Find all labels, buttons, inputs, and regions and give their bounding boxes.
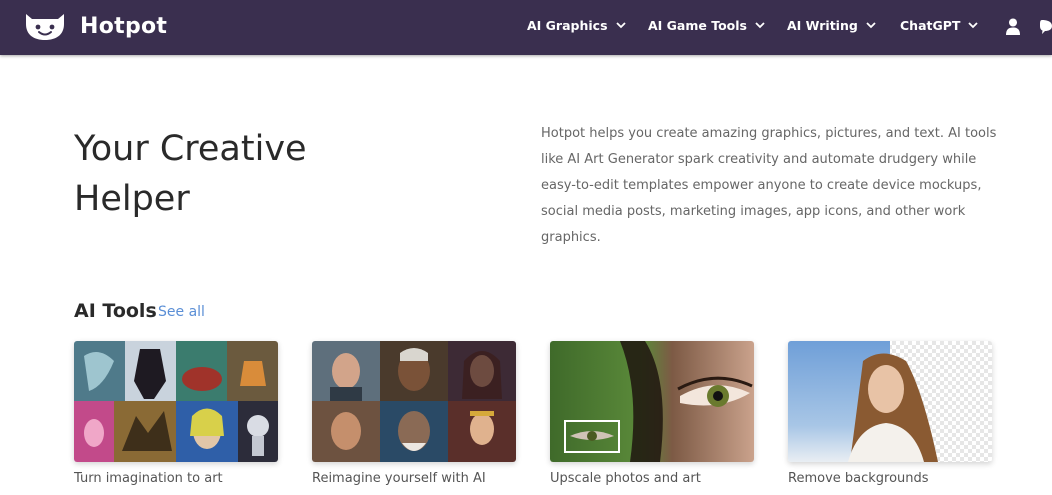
nav-ai-game-tools-label: AI Game Tools (648, 18, 747, 33)
eye-closeup-thumbnail (550, 341, 754, 462)
nav-ai-graphics[interactable]: AI Graphics (527, 18, 626, 33)
chat-icon[interactable] (1040, 19, 1052, 35)
hero-description: Hotpot helps you create amazing graphics… (541, 126, 997, 245)
top-navbar: Hotpot AI Graphics AI Game Tools AI Writ… (0, 0, 1052, 55)
tool-card-label: Turn imagination to art (74, 471, 223, 486)
tool-card-upscaler[interactable]: Upscale photos and art (550, 341, 754, 486)
nav-ai-game-tools[interactable]: AI Game Tools (648, 18, 765, 33)
portraits-thumbnail (312, 341, 516, 462)
tool-card-label: Remove backgrounds (788, 471, 929, 486)
nav-chatgpt[interactable]: ChatGPT (900, 18, 979, 33)
chevron-down-icon (968, 22, 979, 29)
tool-card-background-remover[interactable]: Remove backgrounds (788, 341, 992, 486)
tool-card-personal-avatars[interactable]: Reimagine yourself with AI (312, 341, 516, 486)
nav-ai-writing-label: AI Writing (787, 18, 858, 33)
art-collage-thumbnail (74, 341, 278, 462)
see-all-link[interactable]: See all (158, 304, 205, 320)
chevron-down-icon (615, 22, 626, 29)
logo-icon (26, 14, 64, 40)
brand-home-link[interactable]: Hotpot (22, 10, 167, 42)
chevron-down-icon (866, 22, 876, 29)
user-icon[interactable] (1006, 18, 1020, 35)
chevron-down-icon (755, 22, 765, 29)
brand-name: Hotpot (80, 13, 168, 39)
nav-ai-graphics-label: AI Graphics (527, 18, 608, 33)
nav-ai-writing[interactable]: AI Writing (787, 18, 876, 33)
ai-tools-heading: AI Tools (74, 300, 157, 322)
tool-card-label: Upscale photos and art (550, 471, 701, 486)
tool-card-art-generator[interactable]: Turn imagination to art (74, 341, 278, 486)
tool-card-label: Reimagine yourself with AI (312, 471, 486, 486)
nav-chatgpt-label: ChatGPT (900, 18, 961, 33)
page-title: Your Creative Helper (74, 129, 307, 219)
background-removal-thumbnail (788, 341, 992, 462)
